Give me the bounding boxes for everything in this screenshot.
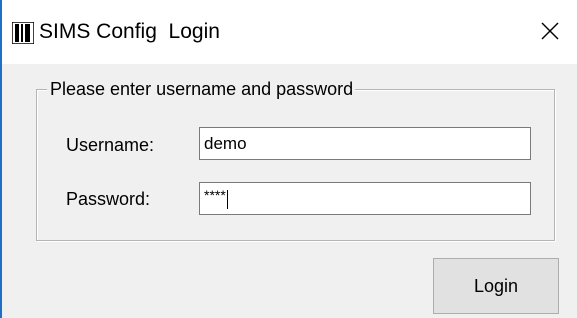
title-bar[interactable]: SIMS Config Login xyxy=(2,0,577,64)
login-dialog: SIMS Config Login Please enter username … xyxy=(0,0,577,318)
app-logo-icon xyxy=(11,21,35,45)
password-input[interactable]: **** xyxy=(199,182,531,215)
credentials-groupbox xyxy=(36,89,555,241)
password-label: Password: xyxy=(66,189,151,209)
close-button[interactable] xyxy=(525,0,577,64)
text-caret xyxy=(226,190,228,210)
groupbox-legend: Please enter username and password xyxy=(47,78,356,100)
login-button[interactable]: Login xyxy=(433,258,559,314)
window-title: SIMS Config Login xyxy=(39,20,220,43)
username-input[interactable]: demo xyxy=(199,127,531,160)
username-label: Username: xyxy=(66,135,155,155)
username-value: demo xyxy=(204,134,247,153)
password-value: **** xyxy=(204,187,226,203)
close-icon xyxy=(541,22,559,40)
